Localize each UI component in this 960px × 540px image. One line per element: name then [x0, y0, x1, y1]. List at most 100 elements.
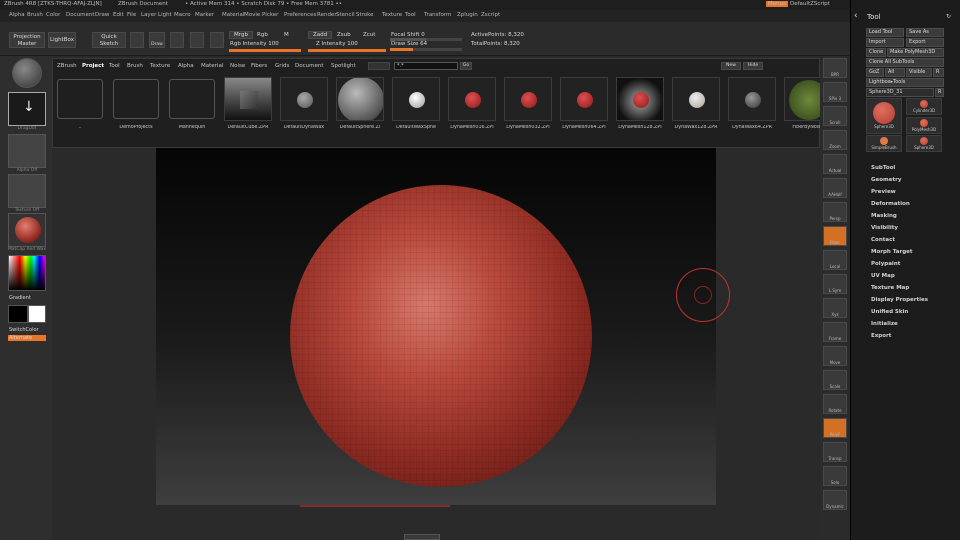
color-picker[interactable]: [8, 255, 46, 291]
shelf-button-spix-3[interactable]: SPix 3: [823, 82, 847, 102]
tool-section-geometry[interactable]: Geometry: [871, 177, 901, 186]
main-color-swatch[interactable]: [8, 305, 28, 323]
tool-section-polypaint[interactable]: Polypaint: [871, 261, 900, 270]
make-polymesh-button[interactable]: Make PolyMesh3D: [887, 48, 944, 57]
tool-section-masking[interactable]: Masking: [871, 213, 897, 222]
menu-stroke[interactable]: Stroke: [356, 12, 374, 18]
import-button[interactable]: Import: [866, 38, 904, 47]
menu-render[interactable]: Render: [317, 12, 337, 18]
tool-thumb-cylinder3d[interactable]: Cylinder3D: [906, 98, 942, 115]
tool-r-button[interactable]: R: [935, 88, 944, 97]
project-thumbnail[interactable]: [728, 77, 776, 121]
menu-edit[interactable]: Edit: [113, 12, 124, 18]
lightbox-tab-fibers[interactable]: Fibers: [251, 63, 267, 69]
shelf-button-l-sym[interactable]: L.Sym: [823, 274, 847, 294]
shelf-button-local[interactable]: Local: [823, 250, 847, 270]
shelf-button-aahalf[interactable]: AAHalf: [823, 178, 847, 198]
menu-brush[interactable]: Brush: [27, 12, 43, 18]
menu-tool[interactable]: Tool: [405, 12, 416, 18]
secondary-color-swatch[interactable]: [28, 305, 46, 323]
draw-button[interactable]: Draw: [149, 32, 165, 48]
lightbox-search-input[interactable]: *.*: [394, 62, 458, 70]
tool-section-contact[interactable]: Contact: [871, 237, 895, 246]
zadd-button[interactable]: Zadd: [308, 31, 332, 39]
menu-stencil[interactable]: Stencil: [336, 12, 355, 18]
tool-section-visibility[interactable]: Visibility: [871, 225, 898, 234]
folder-icon[interactable]: [57, 79, 103, 119]
menu-alpha[interactable]: Alpha: [9, 12, 25, 18]
shelf-button-floor[interactable]: Floor: [823, 226, 847, 246]
tool-section-preview[interactable]: Preview: [871, 189, 896, 198]
tool-section-unified-skin[interactable]: Unified Skin: [871, 309, 908, 318]
default-zscript-button[interactable]: DefaultZScript: [790, 1, 830, 7]
menu-draw[interactable]: Draw: [95, 12, 109, 18]
tool-section-uv-map[interactable]: UV Map: [871, 273, 895, 282]
draw-size-slider[interactable]: [390, 48, 462, 51]
shelf-button-persp[interactable]: Persp: [823, 202, 847, 222]
tool-section-deformation[interactable]: Deformation: [871, 201, 910, 210]
refresh-icon[interactable]: ↻: [946, 13, 951, 20]
menu-picker[interactable]: Picker: [262, 12, 278, 18]
menu-zscript[interactable]: Zscript: [481, 12, 500, 18]
mrgb-button[interactable]: Mrgb: [229, 31, 253, 39]
shelf-button-frame[interactable]: Frame: [823, 322, 847, 342]
load-tool-button[interactable]: Load Tool: [866, 28, 904, 37]
lightbox-tab-alpha[interactable]: Alpha: [178, 63, 194, 69]
z-intensity-slider[interactable]: [308, 49, 386, 52]
texture-thumbnail[interactable]: [8, 174, 46, 208]
quick-sketch-button[interactable]: Quick Sketch: [92, 32, 126, 48]
rgb-button[interactable]: Rgb: [257, 32, 268, 38]
menu-zplugin[interactable]: Zplugin: [457, 12, 478, 18]
menu-document[interactable]: Document: [66, 12, 95, 18]
rotate-icon[interactable]: [210, 32, 224, 48]
lightbox-tab-project[interactable]: Project: [82, 63, 104, 69]
menu-color[interactable]: Color: [46, 12, 60, 18]
tool-section-export[interactable]: Export: [871, 333, 891, 342]
project-thumbnail[interactable]: [560, 77, 608, 121]
project-thumbnail[interactable]: [280, 77, 328, 121]
lightbox-tab-texture[interactable]: Texture: [150, 63, 170, 69]
view-mode-icons[interactable]: [769, 63, 815, 70]
goz-r-button[interactable]: R: [933, 68, 944, 77]
go-button[interactable]: Go: [460, 62, 472, 70]
zsub-button[interactable]: Zsub: [337, 32, 351, 38]
alpha-thumbnail[interactable]: [8, 134, 46, 168]
tool-section-morph-target[interactable]: Morph Target: [871, 249, 913, 258]
lightbox-tab-spotlight[interactable]: Spotlight: [331, 63, 356, 69]
shelf-button-rotate[interactable]: Rotate: [823, 394, 847, 414]
tool-thumb-sphere3d[interactable]: Sphere3D: [866, 98, 902, 134]
stroke-thumbnail[interactable]: ↓: [8, 92, 46, 126]
project-thumbnail[interactable]: [224, 77, 272, 121]
visible-button[interactable]: Visible: [906, 68, 932, 77]
menu-preferences[interactable]: Preferences: [284, 12, 316, 18]
project-thumbnail[interactable]: [616, 77, 664, 121]
shelf-button-zoom[interactable]: Zoom: [823, 130, 847, 150]
tool-section-initialize[interactable]: Initialize: [871, 321, 898, 330]
scale-icon[interactable]: [190, 32, 204, 48]
all-button[interactable]: All: [885, 68, 905, 77]
save-as-button[interactable]: Save As: [906, 28, 944, 37]
shelf-button-bpr[interactable]: BPR: [823, 58, 847, 78]
menu-texture[interactable]: Texture: [382, 12, 402, 18]
project-thumbnail[interactable]: [504, 77, 552, 121]
projection-master-button[interactable]: Projection Master: [9, 32, 45, 48]
nav-arrows[interactable]: [368, 62, 390, 70]
shelf-button-actual[interactable]: Actual: [823, 154, 847, 174]
shelf-button-move[interactable]: Move: [823, 346, 847, 366]
rgb-intensity-slider[interactable]: [229, 49, 301, 52]
project-thumbnail[interactable]: [448, 77, 496, 121]
tool-section-subtool[interactable]: SubTool: [871, 165, 895, 174]
lightbox-tab-noise[interactable]: Noise: [230, 63, 245, 69]
lightbox-tab-zbrush[interactable]: ZBrush: [57, 63, 77, 69]
current-tool-slider[interactable]: Sphere3D_31: [866, 88, 934, 97]
goz-button[interactable]: GoZ: [866, 68, 884, 77]
menus-button[interactable]: Menus: [766, 1, 788, 7]
m-button[interactable]: M: [284, 32, 289, 38]
lightbox-tab-document[interactable]: Document: [295, 63, 324, 69]
project-thumbnail[interactable]: [672, 77, 720, 121]
canvas-scrollbar[interactable]: [300, 505, 450, 507]
lightbox-tab-brush[interactable]: Brush: [127, 63, 143, 69]
switch-color-button[interactable]: SwitchColor: [9, 327, 39, 333]
menu-macro[interactable]: Macro: [174, 12, 191, 18]
menu-movie[interactable]: Movie: [244, 12, 260, 18]
